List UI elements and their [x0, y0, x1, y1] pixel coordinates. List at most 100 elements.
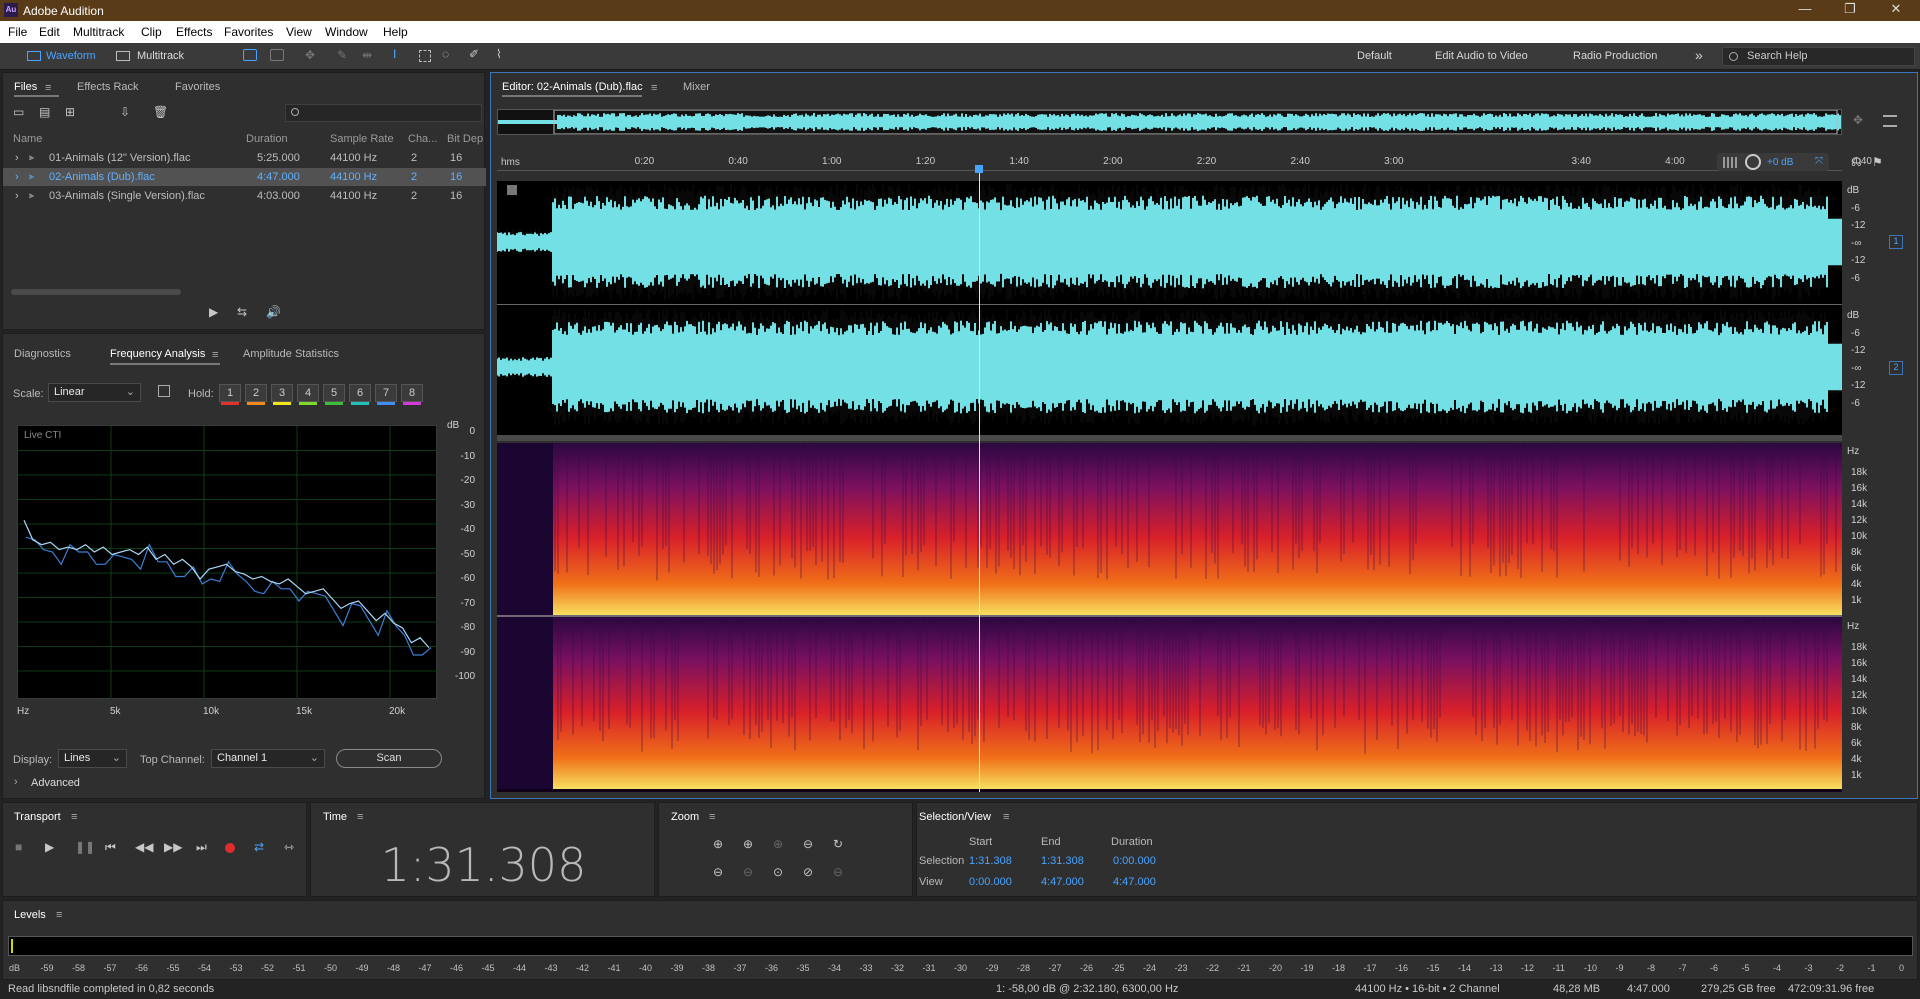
column-bit-depth[interactable]: Bit Dep: [447, 133, 483, 145]
menu-window[interactable]: Window: [325, 25, 368, 39]
pin-icon[interactable]: ⤧: [1815, 156, 1823, 167]
time-display[interactable]: 1:31.308: [311, 838, 656, 892]
marquee-tool-icon[interactable]: [419, 50, 431, 62]
menu-file[interactable]: File: [8, 25, 27, 39]
fast-forward-icon[interactable]: ▶▶: [164, 840, 182, 854]
preview-play-icon[interactable]: ▶: [209, 305, 218, 319]
tab-diagnostics[interactable]: Diagnostics: [14, 348, 71, 360]
spot-healing-tool-icon[interactable]: ⌇: [496, 47, 502, 61]
zoom-in-spectral-icon[interactable]: ⊕: [773, 837, 783, 851]
menu-view[interactable]: View: [286, 25, 312, 39]
tab-mixer[interactable]: Mixer: [683, 81, 710, 93]
skip-to-end-icon[interactable]: ⏭: [196, 840, 207, 855]
chevron-right-icon[interactable]: ›: [15, 171, 19, 183]
menu-favorites[interactable]: Favorites: [224, 25, 273, 39]
move-tool-icon[interactable]: ✥: [305, 48, 315, 62]
rewind-icon[interactable]: ◀◀: [135, 840, 153, 854]
lasso-tool-icon[interactable]: ◌: [442, 47, 449, 61]
search-help-input[interactable]: Search Help: [1722, 47, 1915, 66]
table-row[interactable]: › ⫸ 03-Animals (Single Version).flac 4:03.0…: [3, 187, 486, 205]
hold-button-2[interactable]: 2: [245, 384, 267, 405]
hold-button-5[interactable]: 5: [323, 384, 345, 405]
panel-menu-icon[interactable]: ≡: [71, 811, 77, 823]
zoom-full-icon[interactable]: ⊖: [803, 837, 813, 851]
view-duration[interactable]: 4:47.000: [1113, 876, 1156, 888]
menu-multitrack[interactable]: Multitrack: [73, 25, 124, 39]
chevron-right-icon[interactable]: ›: [15, 190, 19, 202]
open-file-icon[interactable]: ▭: [13, 105, 24, 119]
more-workspaces-button[interactable]: »: [1695, 47, 1703, 63]
skip-to-start-icon[interactable]: ⏮: [105, 840, 116, 855]
channel-1-button[interactable]: 1: [1889, 235, 1903, 249]
tab-favorites[interactable]: Favorites: [175, 81, 220, 93]
headphones-icon[interactable]: ☊: [1851, 155, 1862, 169]
workspace-default[interactable]: Default: [1357, 50, 1392, 62]
stop-icon[interactable]: ■: [15, 840, 22, 854]
tab-amplitude-statistics[interactable]: Amplitude Statistics: [243, 348, 339, 360]
zoom-fit-icon[interactable]: ✥: [1853, 113, 1863, 127]
pause-icon[interactable]: ❚❚: [75, 840, 95, 854]
insert-into-multitrack-icon[interactable]: ⇩: [120, 105, 130, 119]
menu-clip[interactable]: Clip: [141, 25, 162, 39]
column-sample-rate[interactable]: Sample Rate: [330, 133, 394, 145]
tab-editor[interactable]: Editor: 02-Animals (Dub).flac: [502, 81, 643, 93]
skip-selection-icon[interactable]: ⇿: [284, 840, 294, 854]
panel-menu-icon[interactable]: ≡: [1003, 811, 1009, 823]
play-icon[interactable]: ▶: [45, 840, 54, 854]
time-selection-tool-icon[interactable]: I: [393, 47, 396, 61]
tab-files[interactable]: Files: [14, 81, 37, 93]
files-search-input[interactable]: [285, 104, 482, 122]
slip-tool-icon[interactable]: ⇹: [362, 48, 372, 62]
hold-button-3[interactable]: 3: [271, 384, 293, 405]
brush-tool-icon[interactable]: ✐: [469, 47, 479, 61]
workspace-radio-production[interactable]: Radio Production: [1573, 50, 1657, 62]
table-row[interactable]: › ⫸ 02-Animals (Dub).flac 4:47.000 44100 Hz 2…: [3, 168, 486, 186]
hud-volume[interactable]: +0 dB ⤧: [1717, 153, 1829, 171]
zoom-selection-icon[interactable]: ⊙: [773, 865, 783, 879]
hold-button-6[interactable]: 6: [349, 384, 371, 405]
corner-handle-icon[interactable]: [507, 185, 517, 195]
razor-tool-icon[interactable]: ✎: [337, 48, 347, 62]
lock-scale-icon[interactable]: [158, 385, 170, 397]
delete-icon[interactable]: 🗑: [153, 105, 168, 119]
scale-select[interactable]: Linear ⌄: [48, 383, 141, 402]
volume-knob-icon[interactable]: [1745, 154, 1761, 170]
selection-start[interactable]: 1:31.308: [969, 855, 1012, 867]
marker-icon[interactable]: ⚑: [1872, 155, 1883, 169]
panel-menu-icon[interactable]: ≡: [709, 811, 715, 823]
hold-button-1[interactable]: 1: [219, 384, 241, 405]
workspace-edit-audio-to-video[interactable]: Edit Audio to Video: [1435, 50, 1528, 62]
column-name[interactable]: Name: [13, 133, 42, 145]
menu-help[interactable]: Help: [383, 25, 408, 39]
menu-edit[interactable]: Edit: [39, 25, 60, 39]
zoom-out-time-icon[interactable]: ⊖: [743, 865, 753, 879]
display-select[interactable]: Lines ⌄: [58, 749, 127, 768]
selection-end[interactable]: 1:31.308: [1041, 855, 1084, 867]
minimize-icon[interactable]: —: [1785, 1, 1825, 16]
zoom-in-amplitude-icon[interactable]: ⊕: [713, 837, 723, 851]
overview-bar[interactable]: [497, 109, 1842, 135]
zoom-out-amplitude-icon[interactable]: ⊖: [713, 865, 723, 879]
scan-button[interactable]: Scan: [336, 749, 442, 768]
panel-menu-icon[interactable]: ≡: [651, 82, 657, 94]
new-file-icon[interactable]: ⊞: [65, 105, 75, 119]
view-end[interactable]: 4:47.000: [1041, 876, 1084, 888]
zoom-out-spectral-icon[interactable]: ⊖: [833, 865, 843, 879]
advanced-toggle[interactable]: Advanced: [31, 777, 80, 789]
zoom-in-time-icon[interactable]: ⊕: [743, 837, 753, 851]
chevron-right-icon[interactable]: ›: [15, 152, 19, 164]
spectral-display[interactable]: [497, 443, 1842, 792]
zoom-reset-icon[interactable]: ↻: [833, 837, 843, 851]
panel-menu-icon[interactable]: ≡: [212, 349, 218, 361]
preview-autoplay-icon[interactable]: 🔊: [266, 305, 281, 319]
import-file-icon[interactable]: ▤: [39, 105, 50, 119]
horizontal-scrollbar[interactable]: [11, 289, 181, 295]
loop-icon[interactable]: ⇄: [254, 840, 264, 854]
panel-menu-icon[interactable]: ≡: [357, 811, 363, 823]
panel-options-icon[interactable]: [1883, 115, 1897, 127]
time-ruler[interactable]: hms 0:20 0:40 1:00 1:20 1:40 2:00 2:20 2:40 3:00…: [497, 153, 1872, 171]
panel-menu-icon[interactable]: ≡: [45, 82, 51, 94]
view-start[interactable]: 0:00.000: [969, 876, 1012, 888]
spectral-splitter[interactable]: [497, 435, 1842, 441]
channel-2-button[interactable]: 2: [1889, 361, 1903, 375]
